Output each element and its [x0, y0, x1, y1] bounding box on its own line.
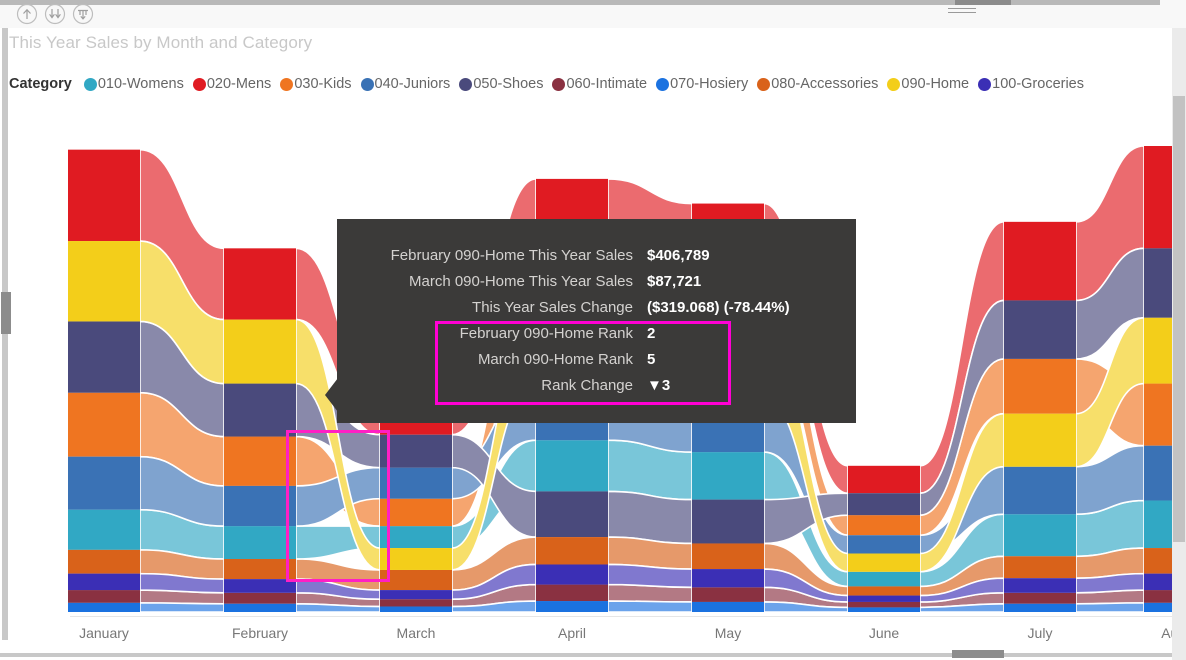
legend-item-090-home[interactable]: 090-Home — [887, 76, 969, 92]
legend-item-label: 050-Shoes — [473, 76, 544, 92]
x-tick-may: May — [714, 625, 742, 641]
tooltip-value: 2 — [647, 325, 656, 342]
drill-up-icon[interactable] — [16, 3, 38, 25]
legend: Category 010-Womens 020-Mens 030-Kids 04… — [9, 73, 1093, 95]
legend-item-label: 070-Hosiery — [670, 76, 749, 92]
legend-item-070-hosiery[interactable]: 070-Hosiery — [656, 76, 748, 92]
legend-item-label: 060-Intimate — [566, 76, 648, 92]
powerbi-ribbon-chart-visual: This Year Sales by Month and Category Ca… — [0, 0, 1186, 660]
more-options-menu-icon[interactable] — [948, 8, 976, 18]
left-scrollbar-thumb[interactable] — [1, 292, 11, 334]
legend-item-050-shoes[interactable]: 050-Shoes — [459, 76, 543, 92]
legend-item-100-groceries[interactable]: 100-Groceries — [978, 76, 1084, 92]
legend-item-label: 100-Groceries — [992, 76, 1084, 92]
legend-item-label: 030-Kids — [294, 76, 352, 92]
tooltip-row: February 090-Home This Year Sales $406,7… — [337, 247, 856, 273]
page-title: This Year Sales by Month and Category — [9, 33, 313, 52]
legend-item-010-womens[interactable]: 010-Womens — [83, 76, 184, 92]
left-scrollbar-track[interactable] — [2, 28, 8, 640]
tooltip-label: February 090-Home This Year Sales — [390, 247, 633, 264]
legend-item-080-accessories[interactable]: 080-Accessories — [757, 76, 878, 92]
top-scrollbar-track[interactable] — [0, 0, 1160, 5]
legend-swatch — [887, 77, 901, 91]
tooltip-value: $87,721 — [647, 273, 702, 290]
x-tick-march: March — [396, 625, 436, 641]
legend-swatch — [192, 77, 206, 91]
visual-header — [0, 0, 1186, 28]
tooltip-value: ▼3 — [647, 377, 671, 394]
x-tick-july: July — [1027, 625, 1053, 641]
legend-item-label: 020-Mens — [206, 76, 272, 92]
legend-item-label: 040-Juniors — [374, 76, 451, 92]
legend-swatch — [360, 77, 374, 91]
tooltip-label: February 090-Home Rank — [459, 325, 633, 342]
top-scrollbar-thumb[interactable] — [955, 0, 1011, 5]
legend-item-030-kids[interactable]: 030-Kids — [280, 76, 352, 92]
tooltip-value: 5 — [647, 351, 656, 368]
drill-controls — [16, 3, 94, 25]
tooltip-row: February 090-Home Rank 2 — [337, 325, 856, 351]
tooltip-label: March 090-Home Rank — [477, 351, 633, 368]
legend-swatch — [552, 77, 566, 91]
tooltip-row: March 090-Home Rank 5 — [337, 351, 856, 377]
x-tick-february: February — [231, 625, 289, 641]
x-tick-april: April — [557, 625, 587, 641]
legend-item-020-mens[interactable]: 020-Mens — [192, 76, 272, 92]
axis-line — [70, 616, 1186, 617]
legend-swatch — [459, 77, 473, 91]
tooltip-value: $406,789 — [647, 247, 710, 264]
legend-swatch — [280, 77, 294, 91]
legend-title: Category — [9, 76, 72, 92]
legend-item-label: 010-Womens — [97, 76, 184, 92]
tooltip: February 090-Home This Year Sales $406,7… — [337, 219, 856, 423]
right-scrollbar-thumb[interactable] — [1173, 96, 1185, 542]
tooltip-row: This Year Sales Change ($319.068) (-78.4… — [337, 299, 856, 325]
x-axis: January February March April May June Ju… — [0, 616, 1186, 646]
x-tick-january: January — [79, 625, 129, 641]
legend-item-040-juniors[interactable]: 040-Juniors — [360, 76, 451, 92]
tooltip-label: March 090-Home This Year Sales — [408, 273, 633, 290]
tooltip-row: Rank Change ▼3 — [337, 377, 856, 403]
expand-all-icon[interactable] — [72, 3, 94, 25]
legend-item-label: 080-Accessories — [771, 76, 879, 92]
bottom-scrollbar-thumb[interactable] — [952, 650, 1004, 658]
x-tick-june: June — [868, 625, 900, 641]
legend-item-060-intimate[interactable]: 060-Intimate — [552, 76, 647, 92]
legend-item-label: 090-Home — [901, 76, 970, 92]
tooltip-row: March 090-Home This Year Sales $87,721 — [337, 273, 856, 299]
tooltip-rows: February 090-Home This Year Sales $406,7… — [337, 247, 856, 403]
legend-swatch — [83, 77, 97, 91]
drill-down-icon[interactable] — [44, 3, 66, 25]
legend-swatch — [757, 77, 771, 91]
tooltip-label: This Year Sales Change — [472, 299, 633, 316]
legend-swatch — [656, 77, 670, 91]
tooltip-label: Rank Change — [541, 377, 633, 394]
legend-swatch — [978, 77, 992, 91]
tooltip-value: ($319.068) (-78.44%) — [647, 299, 790, 316]
